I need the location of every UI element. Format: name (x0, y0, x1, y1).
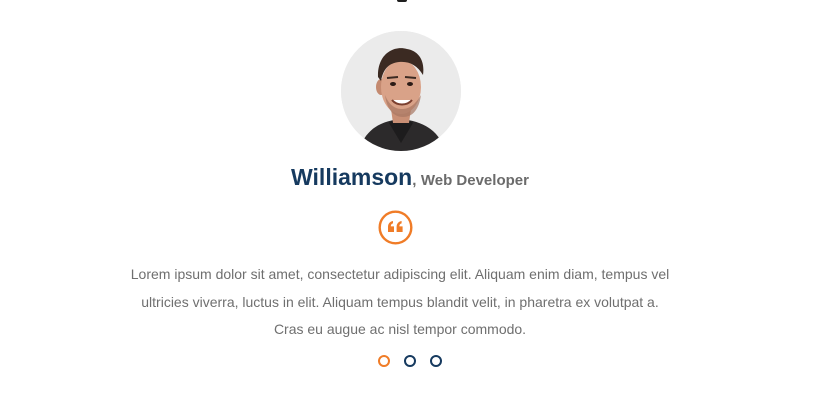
avatar (341, 31, 461, 151)
quote-left-icon (378, 210, 413, 245)
testimonial-section: Williamson, Web Developer Lorem ipsum do… (0, 0, 820, 402)
quote-line: Lorem ipsum dolor sit amet, consectetur … (130, 266, 670, 282)
carousel-dot-2[interactable] (404, 355, 416, 367)
quote-line: Cras eu augue ac nisl tempor commodo. (273, 321, 527, 337)
person-photo-icon (341, 31, 461, 151)
testimonial-quote: Lorem ipsum dolor sit amet, consectetur … (110, 261, 690, 344)
author-role: Web Developer (420, 172, 529, 189)
carousel-pagination (0, 355, 820, 369)
carousel-dot-3[interactable] (430, 355, 442, 367)
carousel-dot-1[interactable] (378, 355, 390, 367)
author-line: Williamson, Web Developer (0, 164, 820, 191)
previous-section-edge (397, 0, 407, 2)
author-separator: , (412, 172, 417, 189)
author-name: Williamson (291, 164, 413, 190)
quote-line: ultricies viverra, luctus in elit. Aliqu… (141, 293, 659, 310)
